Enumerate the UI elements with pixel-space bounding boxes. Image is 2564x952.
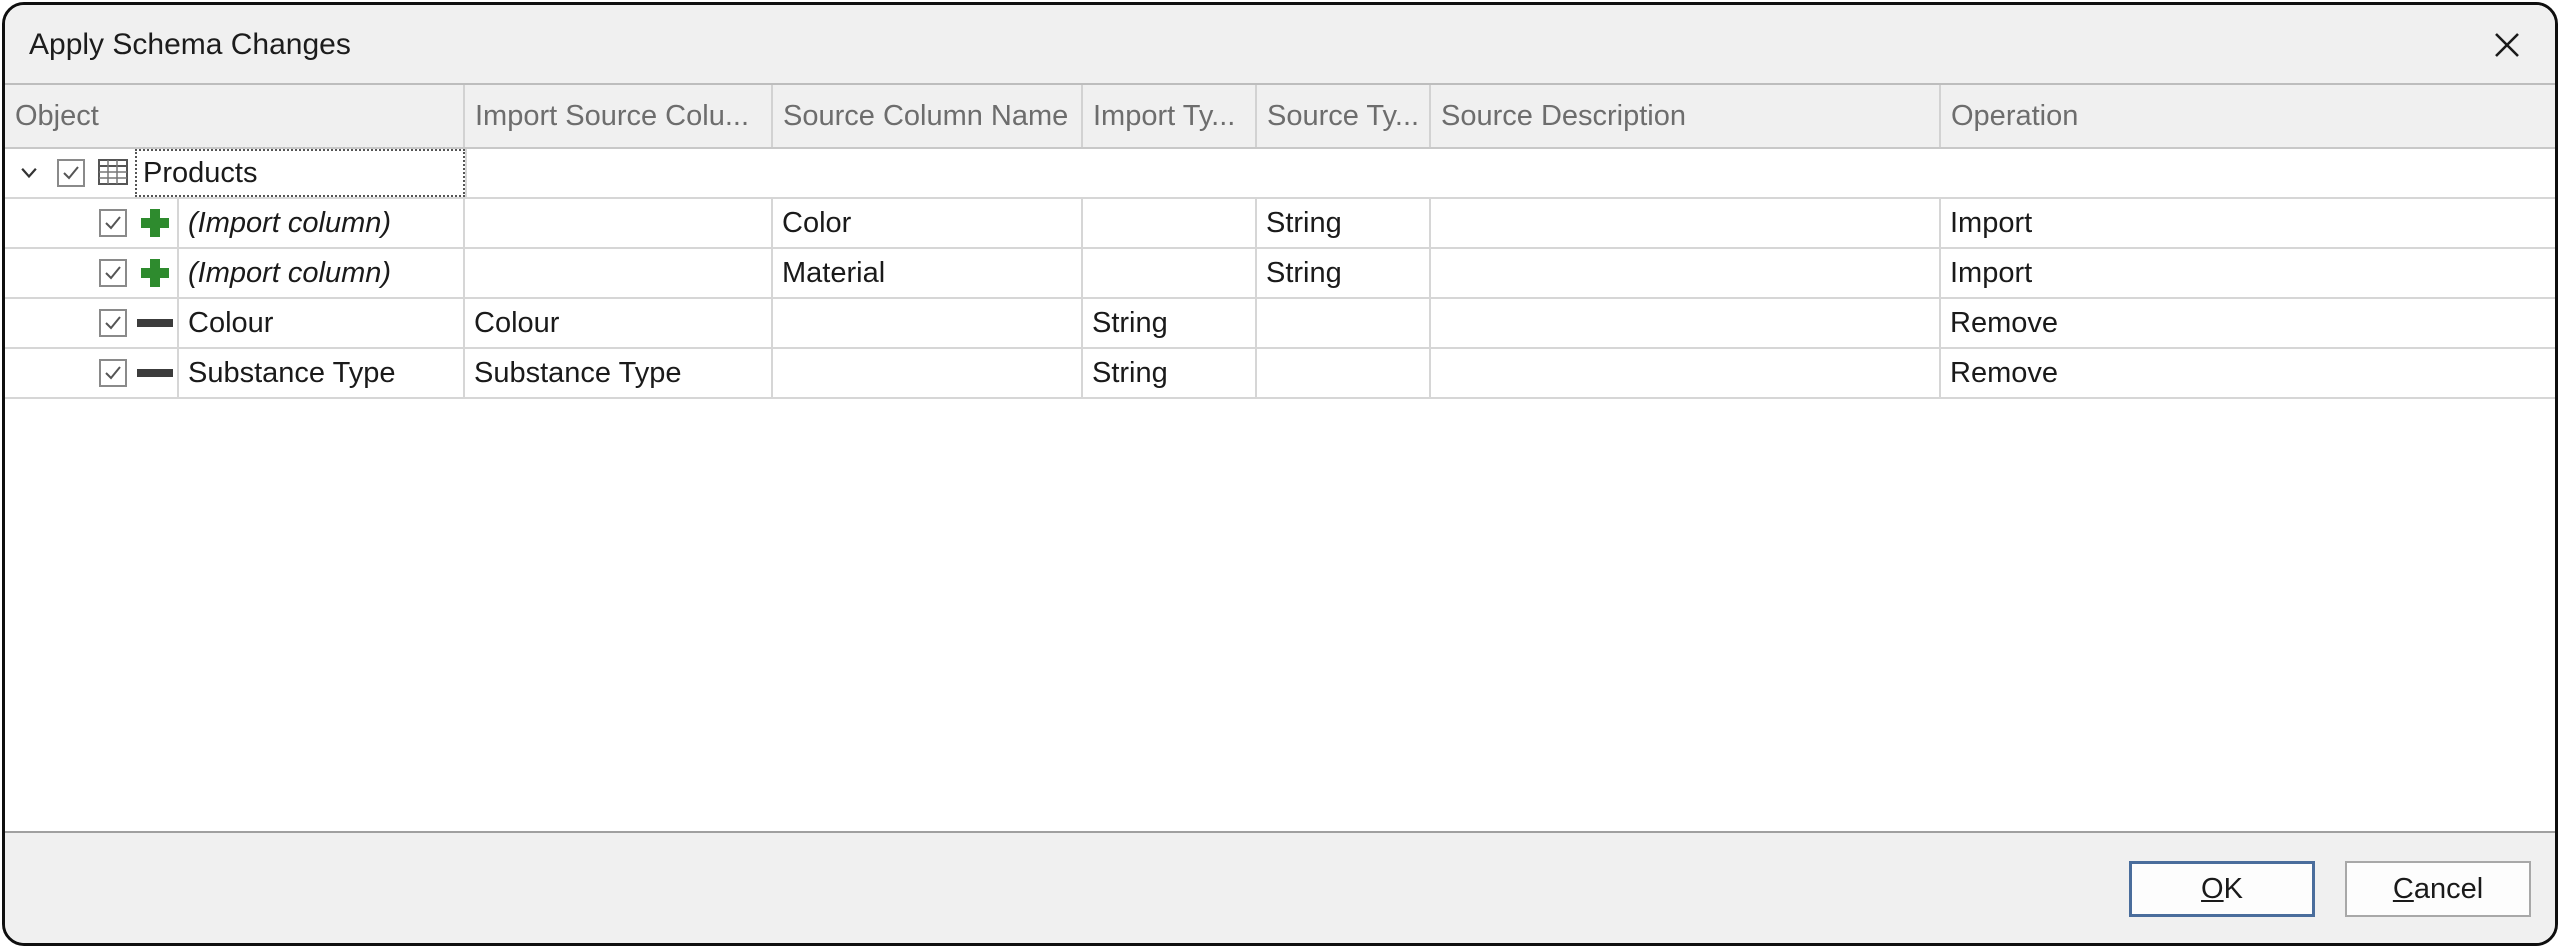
row-checkbox[interactable] — [99, 209, 127, 237]
row-checkbox[interactable] — [99, 259, 127, 287]
root-label: Products — [143, 157, 258, 189]
row-checkbox[interactable] — [99, 309, 127, 337]
minus-icon — [135, 307, 175, 339]
ok-button[interactable]: OK — [2129, 861, 2315, 917]
minus-icon — [135, 357, 175, 389]
header-operation[interactable]: Operation — [1941, 85, 2555, 147]
cell-source-type: String — [1257, 199, 1431, 247]
dialog-title: Apply Schema Changes — [29, 28, 351, 61]
cell-source-type: String — [1257, 249, 1431, 297]
plus-icon — [135, 207, 175, 239]
table-icon — [97, 157, 129, 187]
checkmark-icon — [105, 266, 121, 280]
grid-header: Object Import Source Colu... Source Colu… — [5, 85, 2555, 149]
apply-schema-changes-dialog: Apply Schema Changes Object Import Sourc… — [2, 2, 2558, 946]
cell-source-description — [1431, 349, 1941, 397]
cell-source-type — [1257, 299, 1431, 347]
header-import-type[interactable]: Import Ty... — [1083, 85, 1257, 147]
ok-accesskey: O — [2201, 873, 2224, 905]
cell-object: Colour — [177, 299, 465, 347]
header-source-column-name[interactable]: Source Column Name — [773, 85, 1083, 147]
cell-import-type: String — [1083, 349, 1257, 397]
checkmark-icon — [105, 366, 121, 380]
cell-import-source-column: Colour — [465, 299, 773, 347]
cell-source-column-name: Color — [773, 199, 1083, 247]
cell-import-source-column — [465, 199, 773, 247]
plus-icon — [135, 257, 175, 289]
root-checkbox[interactable] — [57, 159, 85, 187]
cell-source-column-name: Material — [773, 249, 1083, 297]
chevron-down-icon[interactable] — [15, 159, 43, 187]
cell-source-description — [1431, 299, 1941, 347]
header-source-description[interactable]: Source Description — [1431, 85, 1941, 147]
header-object[interactable]: Object — [5, 85, 465, 147]
checkmark-icon — [105, 216, 121, 230]
row-checkbox[interactable] — [99, 359, 127, 387]
cell-import-source-column: Substance Type — [465, 349, 773, 397]
cancel-button[interactable]: Cancel — [2345, 861, 2531, 917]
header-import-source-column[interactable]: Import Source Colu... — [465, 85, 773, 147]
tree-child-row[interactable]: Substance Type Substance Type String Remove — [5, 349, 2555, 399]
cell-import-type — [1083, 249, 1257, 297]
close-button[interactable] — [2485, 23, 2529, 67]
cell-source-type — [1257, 349, 1431, 397]
tree-child-row[interactable]: Colour Colour String Remove — [5, 299, 2555, 349]
cell-import-type: String — [1083, 299, 1257, 347]
cell-operation: Import — [1950, 257, 2033, 289]
dialog-footer: OK Cancel — [5, 833, 2555, 943]
cell-source-description — [1431, 199, 1941, 247]
header-source-type[interactable]: Source Ty... — [1257, 85, 1431, 147]
tree-child-row[interactable]: (Import column) Material String Import — [5, 249, 2555, 299]
cell-source-column-name — [773, 299, 1083, 347]
schema-changes-grid: Object Import Source Colu... Source Colu… — [5, 83, 2555, 833]
tree-root-row[interactable]: Products — [5, 149, 2555, 199]
cell-source-column-name — [773, 349, 1083, 397]
title-bar: Apply Schema Changes — [5, 5, 2555, 85]
root-empty-span — [465, 149, 2555, 197]
cell-import-type — [1083, 199, 1257, 247]
cell-object: (Import column) — [177, 249, 465, 297]
cell-operation: Import — [1950, 207, 2033, 239]
cancel-accesskey: C — [2392, 873, 2414, 905]
cell-operation: Remove — [1950, 357, 2058, 389]
cell-source-description — [1431, 249, 1941, 297]
checkmark-icon — [63, 166, 79, 180]
checkmark-icon — [105, 316, 121, 330]
cell-object: (Import column) — [177, 199, 465, 247]
cell-object: Substance Type — [177, 349, 465, 397]
tree-child-row[interactable]: (Import column) Color String Import — [5, 199, 2555, 249]
cell-import-source-column — [465, 249, 773, 297]
ok-label-rest: K — [2223, 873, 2243, 905]
cell-operation: Remove — [1950, 307, 2058, 339]
cancel-label-rest: ancel — [2413, 873, 2484, 905]
close-icon — [2495, 33, 2519, 57]
